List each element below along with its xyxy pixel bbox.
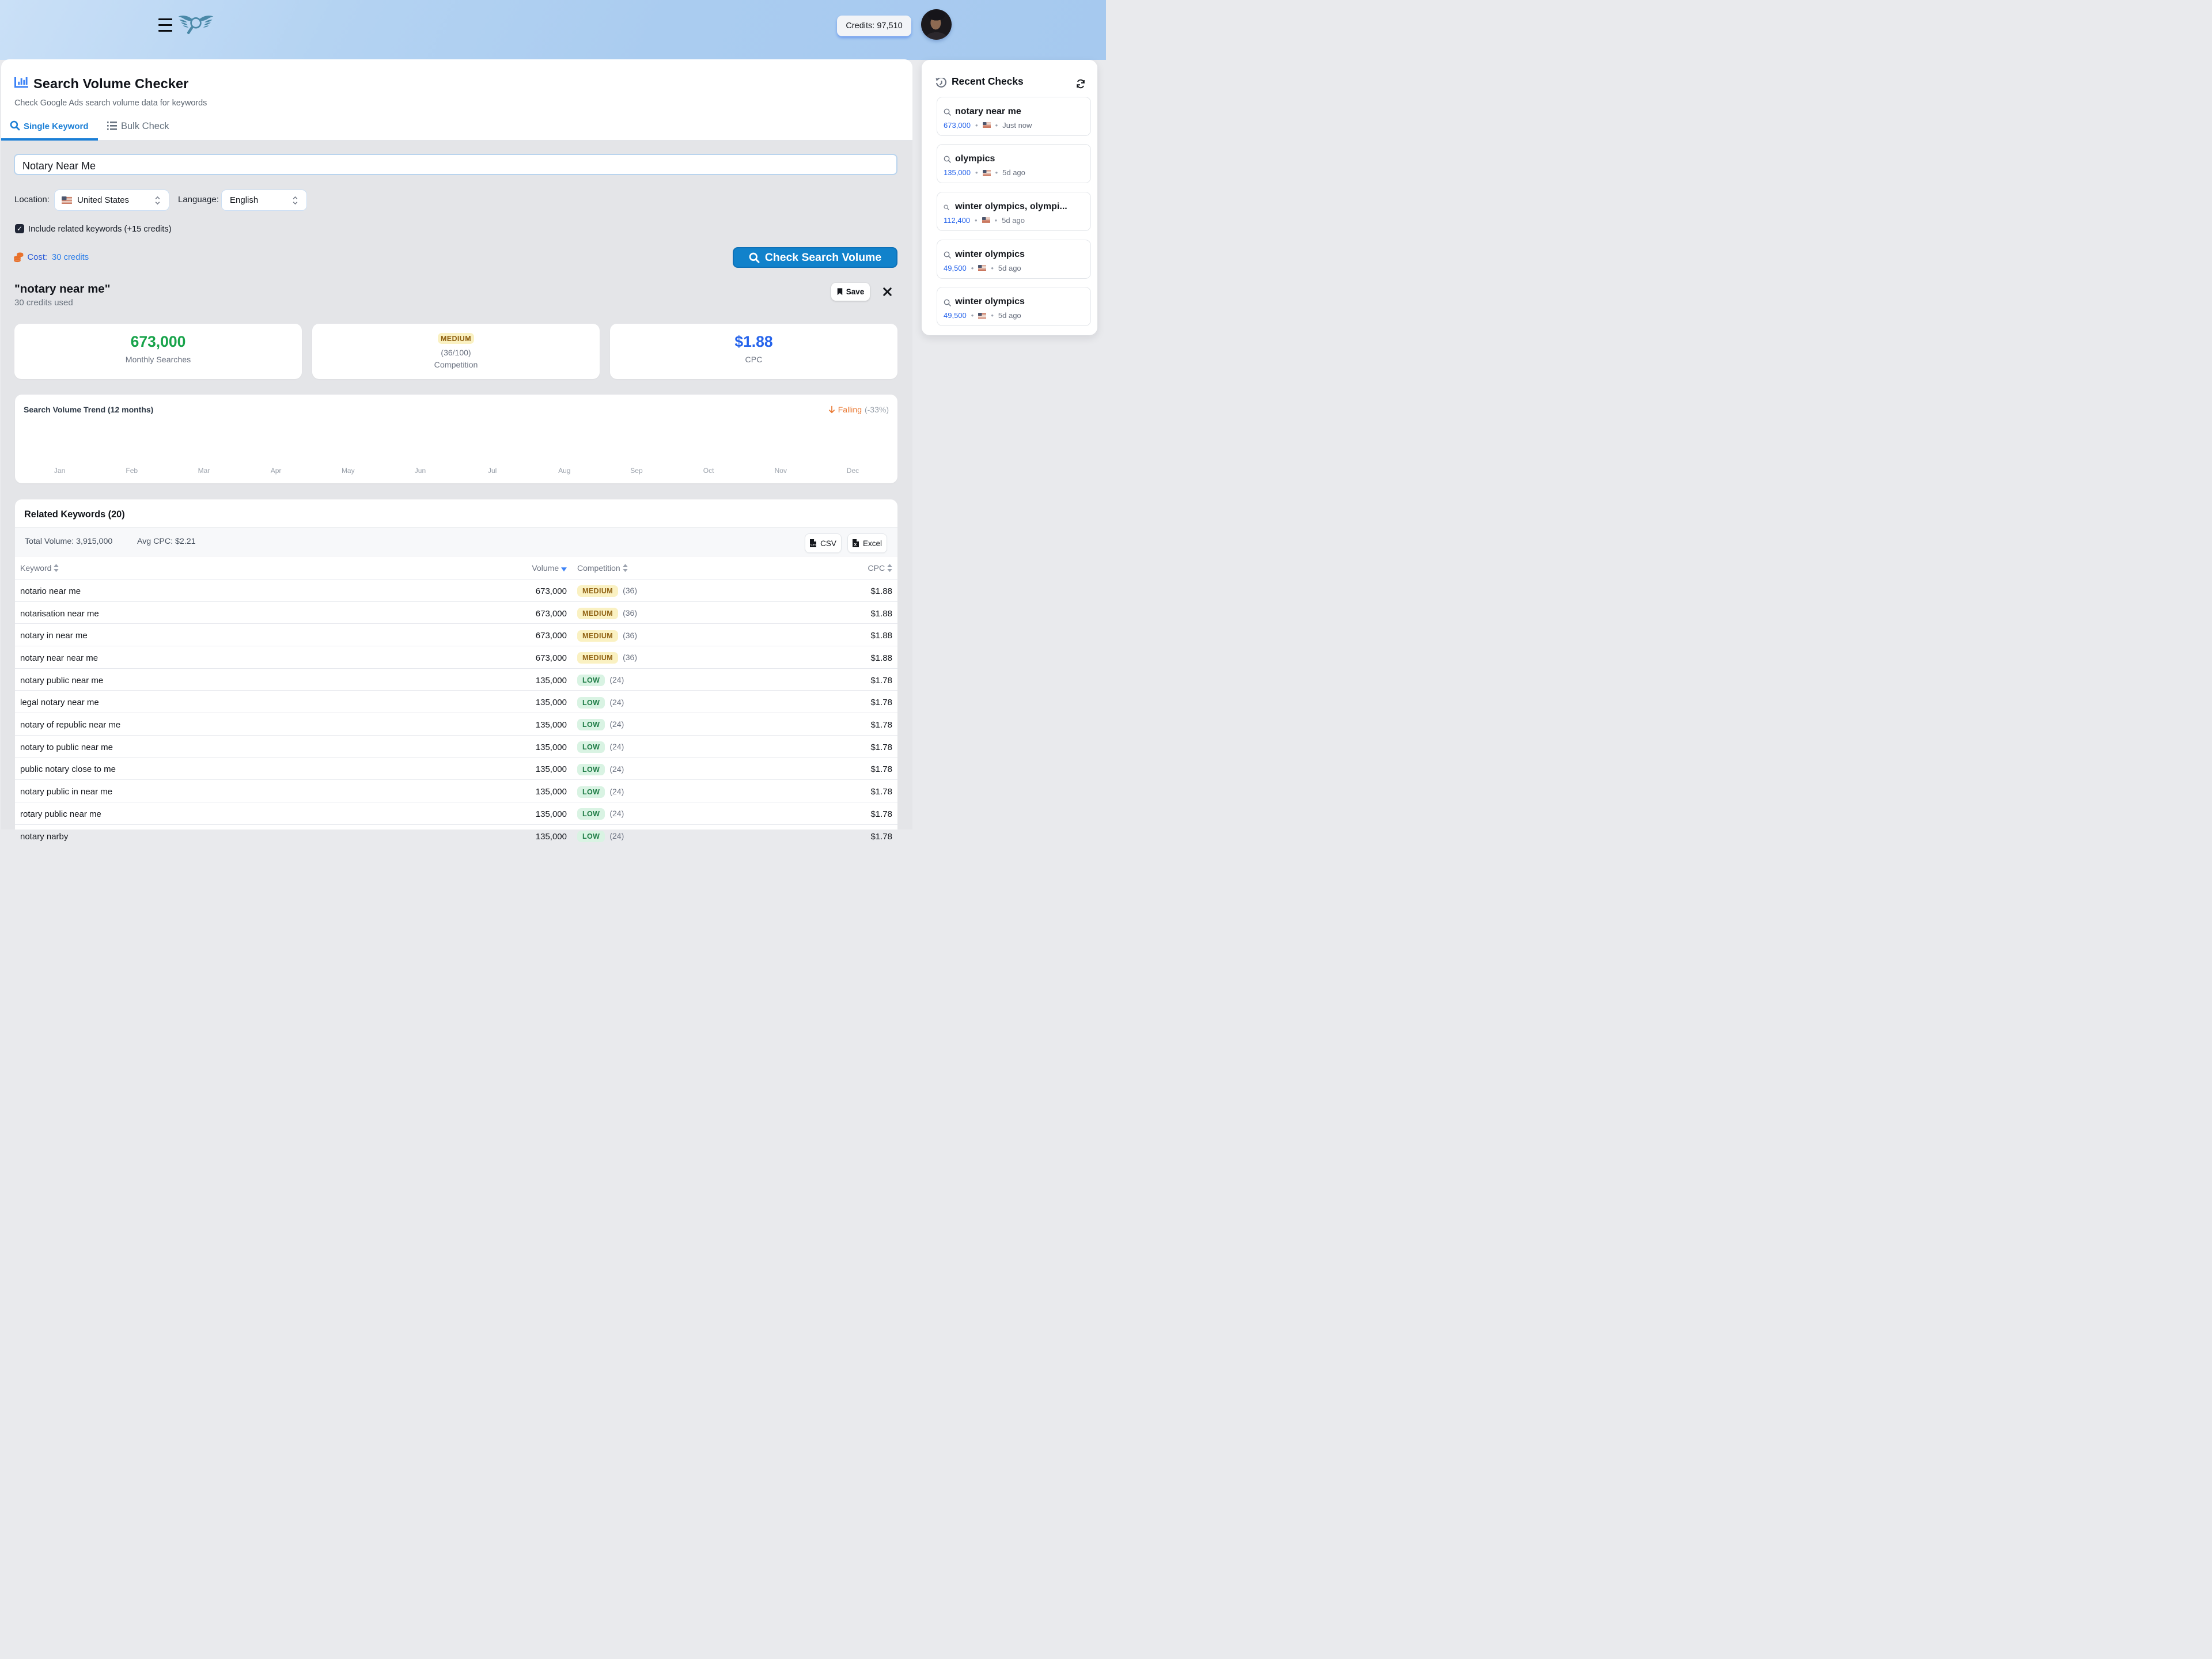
svg-text:CSV: CSV [810, 543, 816, 546]
svg-text:x: x [854, 542, 857, 547]
